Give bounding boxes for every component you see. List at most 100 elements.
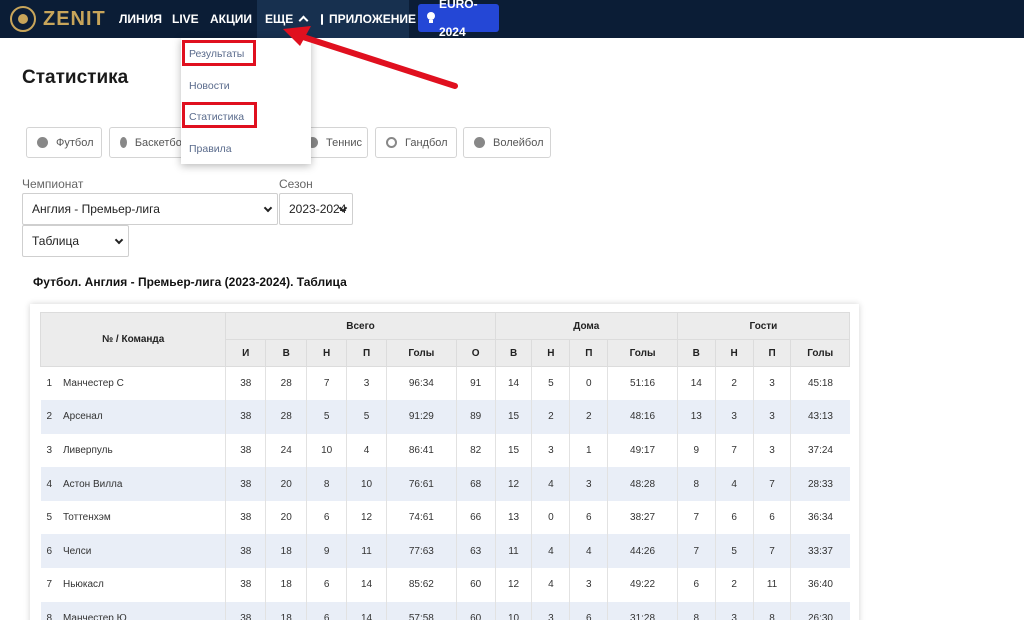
column-header: Н [531,339,571,367]
stat-cell: 7 [752,534,791,569]
euro-label: EURO-2024 [438,0,478,39]
menu-item-rules[interactable]: Правила [189,143,232,155]
stat-cell: 6 [306,568,347,602]
sport-tab-basketball[interactable]: Баскетбол [109,127,189,158]
nav-item-app[interactable]: ПРИЛОЖЕНИЕ [311,0,416,38]
stat-cell: 2 [714,366,754,401]
stat-cell: 3 [752,400,791,434]
stat-cell: 4 [531,568,570,602]
stat-cell: 89 [455,400,496,434]
stat-cell: 38 [225,534,266,569]
stat-cell: 0 [531,500,570,535]
stat-cell: 7 [676,500,716,535]
team-header: № / Команда [39,312,227,367]
stat-cell: 37:24 [790,433,850,468]
table-row[interactable]: 7 Ньюкасл 38 18 6 14 85:62 60 12 4 3 49:22 6 2 11 36:40 [41,568,850,602]
zenit-logo[interactable]: ZENIT [10,4,106,34]
euro-2024-button[interactable]: EURO-2024 [418,0,499,39]
table-row[interactable]: 6 Челси 38 18 9 11 77:63 63 11 4 4 44:26 7 5 7 33:37 [40,534,850,569]
menu-item-news[interactable]: Новости [189,80,230,92]
stat-cell: 5 [306,400,347,434]
stat-cell: 3 [569,467,608,501]
stat-cell: 8 [676,467,716,501]
column-header: Голы [386,339,457,367]
stat-cell: 13 [676,400,716,434]
stat-cell: 38 [225,400,266,434]
rank-cell: 6 [40,534,61,569]
stat-cell: 28 [265,366,307,401]
column-header: П [569,339,609,367]
stat-cell: 96:34 [386,366,457,401]
stat-cell: 12 [346,500,387,535]
stat-cell: 6 [306,601,347,620]
group-header-home: Дома [494,312,678,340]
stat-cell: 11 [494,534,532,569]
team-name-cell: Ливерпуль [62,444,113,456]
nav-item-live[interactable]: LIVE [172,0,199,38]
table-row[interactable]: 5 Тоттенхэм 38 20 6 12 74:61 66 13 0 6 38:27 7 6 6 36:3… [41,500,850,535]
nav-item-line[interactable]: ЛИНИЯ [119,0,162,38]
sport-tab-volleyball[interactable]: Волейбол [463,127,551,158]
season-select[interactable]: 2023-2024 [279,193,353,225]
stat-cell: 2 [569,400,608,434]
rank-cell: 7 [46,579,53,591]
stat-cell: 9 [306,534,347,569]
stat-cell: 2 [714,568,754,602]
table-row[interactable]: 4 Астон Вилла 38 20 8 10 76:61 68 12 4 3 48:28 8 4 7 28… [40,467,850,501]
stat-cell: 7 [306,366,347,401]
nav-item-more[interactable]: ЕЩЕ [257,0,316,38]
stat-cell: 6 [714,500,754,535]
stat-cell: 14 [676,366,716,401]
season-label: Сезон [279,177,313,191]
column-header: В [265,339,308,367]
stat-cell: 60 [455,601,496,620]
stat-cell: 18 [265,601,307,620]
table-row[interactable]: 2 Арсенал 38 28 5 5 91:29 89 15 2 2 48:16 13 3 3 43:13 [40,400,850,434]
stat-cell: 66 [455,500,496,535]
stat-cell: 85:62 [386,568,457,602]
stat-cell: 49:22 [607,568,678,602]
stat-cell: 3 [531,433,570,468]
stat-cell: 14 [346,601,387,620]
sport-tab-football[interactable]: Футбол [26,127,102,158]
stat-cell: 0 [569,366,608,401]
table-row[interactable]: 1 Манчестер С 38 28 7 3 96:34 91 14 5 0 51:16 14 2 3 45… [41,366,850,401]
stat-cell: 12 [494,467,532,501]
stat-cell: 5 [346,400,387,434]
stat-cell: 63 [455,534,496,569]
standings-table: № / Команда Всего Дома Гости И В Н П Голы О В Н… [39,312,851,620]
stat-cell: 45:18 [790,366,850,401]
stat-cell: 48:28 [607,467,678,501]
stat-cell: 4 [714,467,754,501]
stat-cell: 18 [265,568,307,602]
view-select[interactable]: Таблица [22,225,129,257]
stat-cell: 86:41 [386,433,457,468]
page-title: Статистика [22,67,129,88]
rank-cell: 5 [46,512,53,524]
stat-cell: 91 [455,366,496,401]
championship-value: Англия - Премьер-лига [32,202,160,216]
nav-more-label: ЕЩЕ [265,12,294,26]
stat-cell: 51:16 [607,366,678,401]
championship-select[interactable]: Англия - Премьер-лига [22,193,278,225]
column-header: В [494,339,533,367]
team-name-cell: Манчестер С [62,378,124,390]
standings-table-body: 1 Манчестер С 38 28 7 3 96:34 91 14 5 0 51:16 14 2 3 45… [40,366,850,620]
stat-cell: 3 [714,400,754,434]
stat-cell: 38 [225,601,266,620]
column-header: О [455,339,496,367]
team-name-cell: Астон Вилла [60,467,226,501]
stat-cell: 82 [455,433,496,468]
stat-cell: 6 [306,500,347,535]
team-name-cell: Челси [60,534,226,569]
table-row[interactable]: 3 Ливерпуль 38 24 10 4 86:41 82 15 3 1 49:17 9 7 3 37:2… [41,433,850,468]
sport-tab-label: Волейбол [493,136,544,149]
stat-cell: 4 [346,433,387,468]
table-row[interactable]: 8 Манчестер Ю 38 18 6 14 57:58 60 10 3 6 31:28 8 3 8 26… [40,601,850,620]
stat-cell: 3 [346,366,387,401]
stat-cell: 28 [265,400,307,434]
nav-item-promotions[interactable]: АКЦИИ [210,0,252,38]
sport-tab-handball[interactable]: Гандбол [375,127,457,158]
nav-app-label: ПРИЛОЖЕНИЕ [329,12,416,26]
stat-cell: 4 [569,534,608,569]
